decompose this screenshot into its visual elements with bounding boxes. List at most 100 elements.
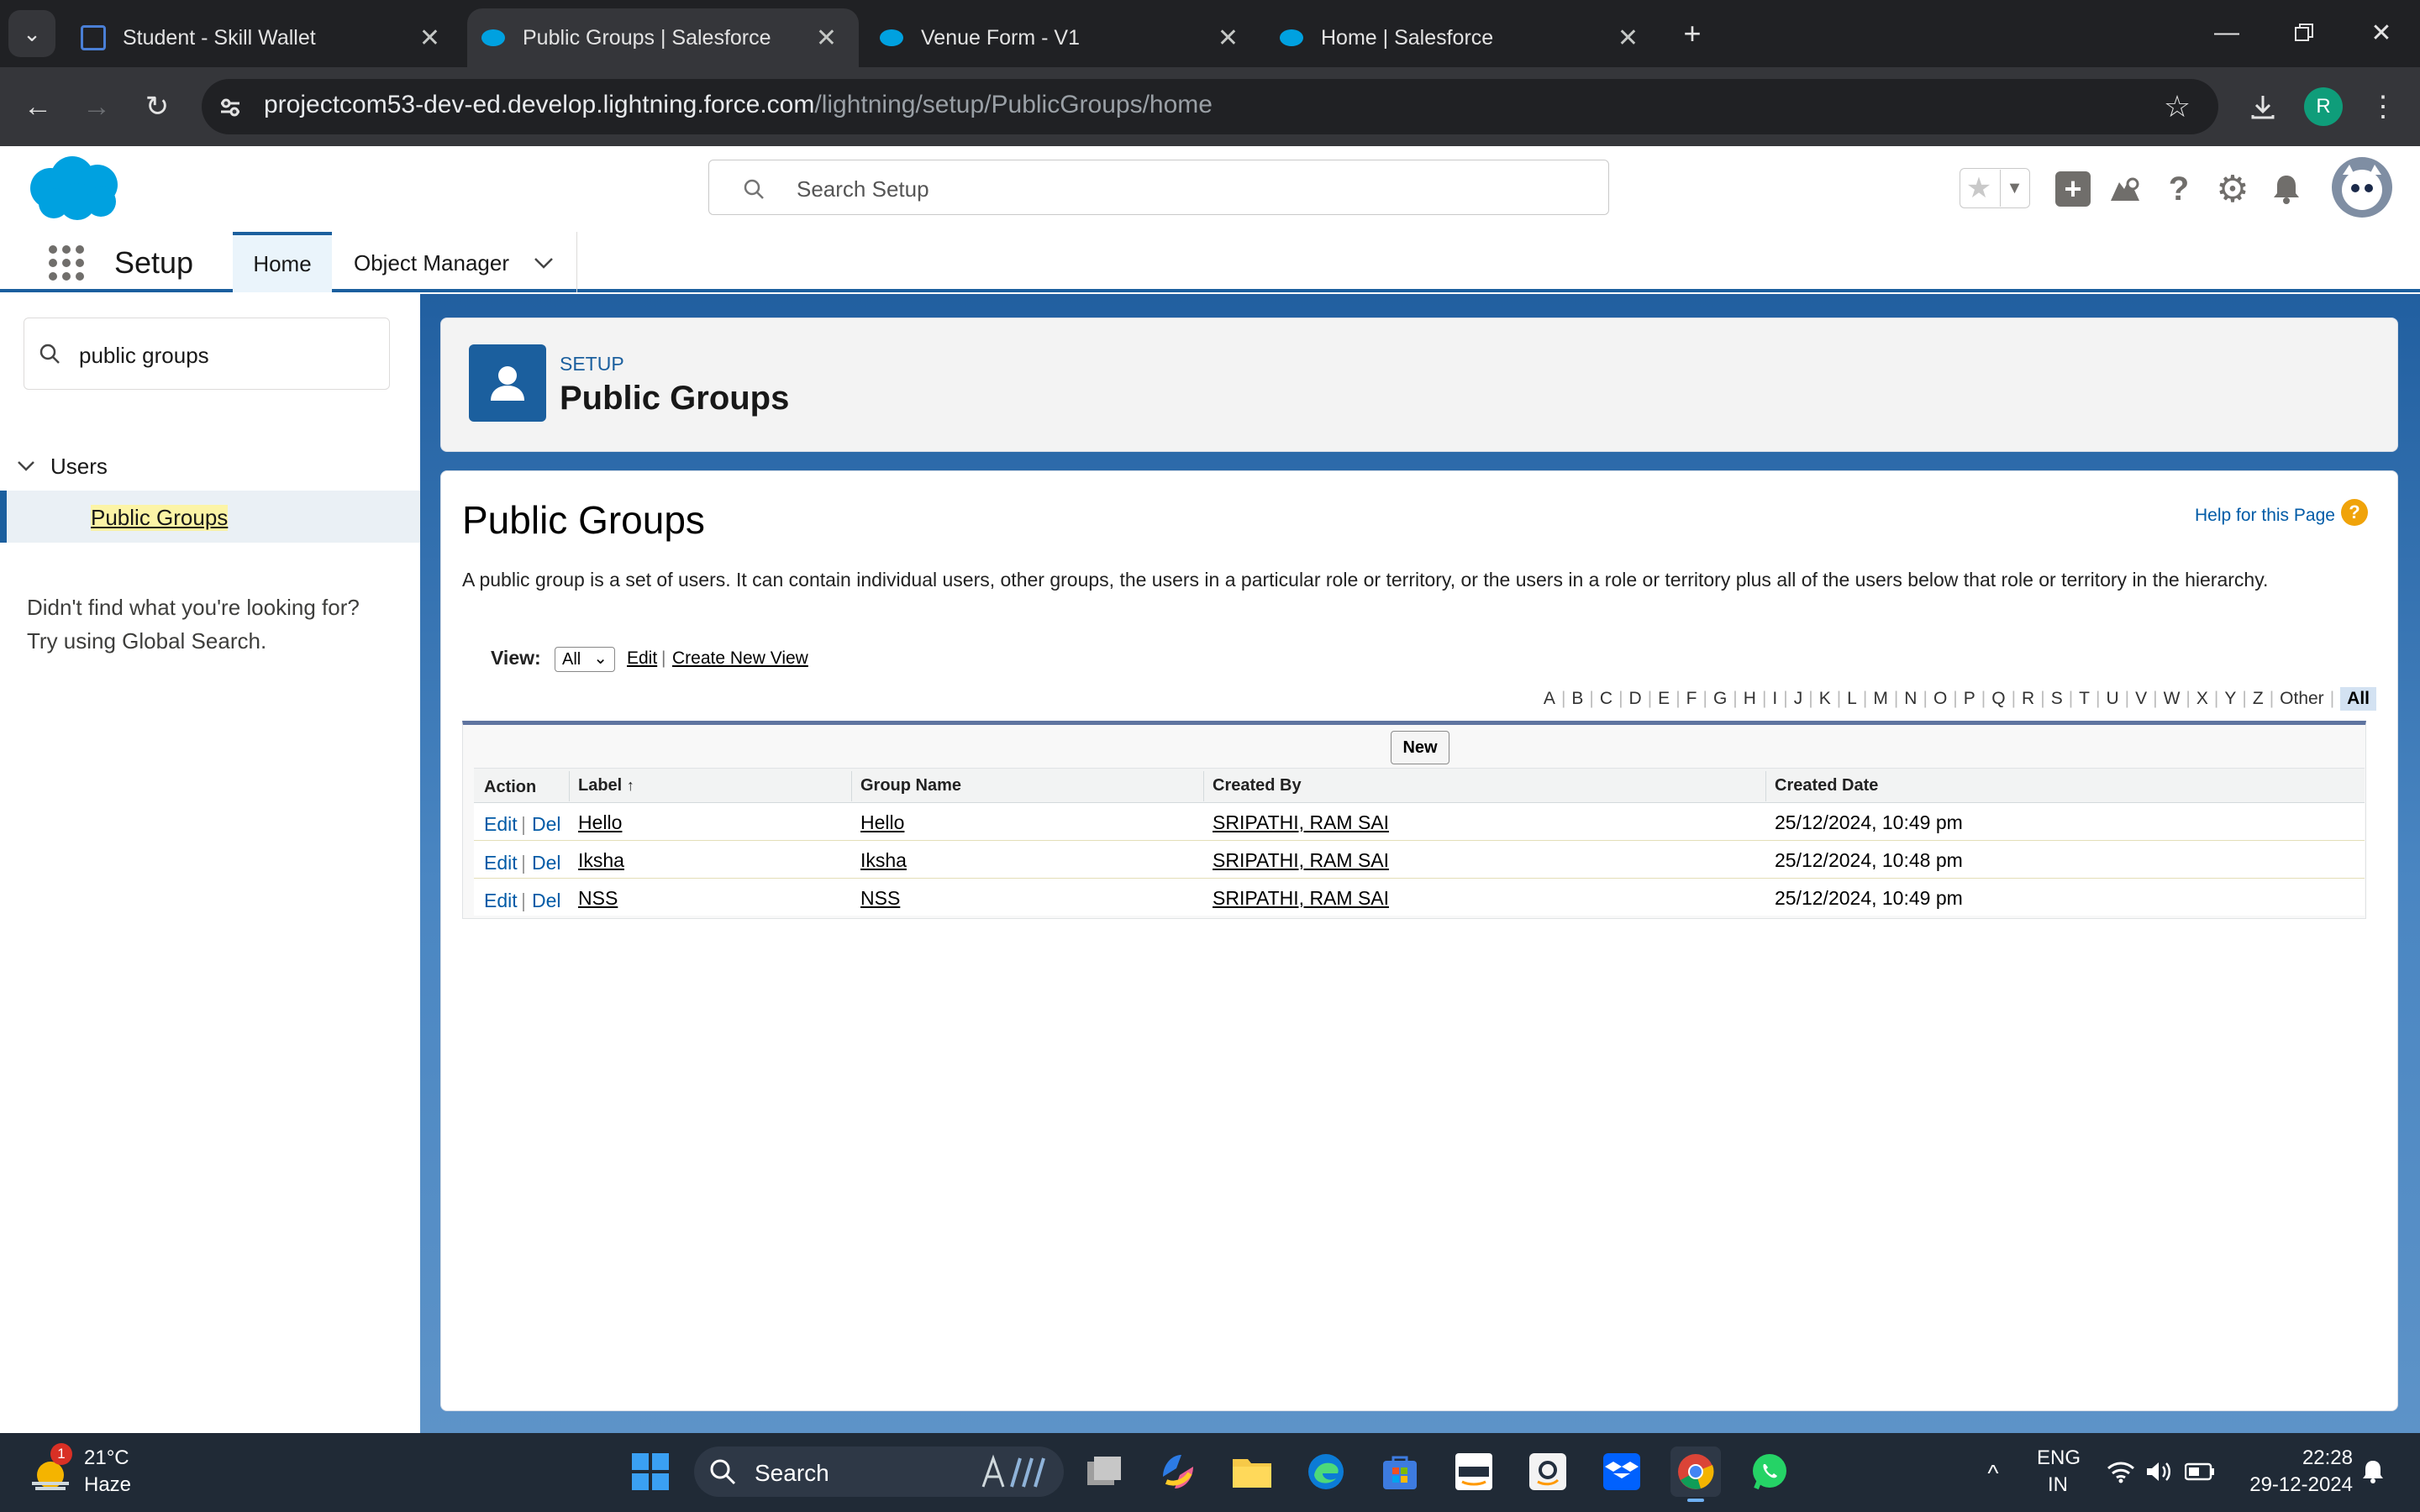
alphabet-filter-j[interactable]: J [1794,689,1803,709]
alphabet-filter-o[interactable]: O [1933,689,1947,709]
alphabet-filter-w[interactable]: W [2164,689,2181,709]
show-hidden-icons-chevron-icon[interactable]: ^ [1978,1458,2008,1488]
clock-time[interactable]: 22:28 [2269,1446,2353,1470]
chrome-menu-icon[interactable]: ⋮ [2366,87,2400,126]
help-question-icon[interactable]: ? [2341,499,2368,526]
chevron-down-icon[interactable] [529,249,558,277]
row-delete-link[interactable]: Del [532,852,561,874]
profile-avatar[interactable]: R [2304,87,2343,126]
alphabet-filter-z[interactable]: Z [2253,689,2264,709]
alphabet-filter-c[interactable]: C [1600,689,1612,709]
close-tab-icon[interactable]: ✕ [1218,24,1239,53]
new-group-button[interactable]: New [1391,731,1449,764]
reload-icon[interactable]: ↻ [138,87,176,126]
alphabet-filter-a[interactable]: A [1544,689,1555,709]
alphabet-filter-x[interactable]: X [2196,689,2208,709]
row-label-link[interactable]: Iksha [578,849,624,872]
favorites-star-icon[interactable]: ★ [1961,170,1996,207]
tab-home[interactable]: Home [233,232,332,292]
amazon-icon[interactable] [1449,1446,1499,1497]
alphabet-filter-m[interactable]: M [1873,689,1888,709]
sidebar-item-label[interactable]: Public Groups [91,505,229,531]
column-header-created-date[interactable]: Created Date [1775,776,1878,795]
chrome-icon[interactable] [1670,1446,1721,1497]
row-edit-link[interactable]: Edit [484,813,518,836]
row-created-by-link[interactable]: SRIPATHI, RAM SAI [1213,811,1389,834]
language-indicator[interactable]: ENG [2037,1446,2081,1470]
trailhead-icon[interactable] [2106,171,2144,207]
row-label-link[interactable]: Hello [578,811,622,834]
create-new-view-link[interactable]: Create New View [672,648,808,669]
volume-icon[interactable] [2144,1457,2175,1487]
column-header-label[interactable]: Label ↑ [578,776,634,795]
alphabet-filter-b[interactable]: B [1571,689,1583,709]
alphabet-filter-y[interactable]: Y [2224,689,2236,709]
browser-tab-skill-wallet[interactable]: Student - Skill Wallet ✕ [67,8,462,67]
alphabet-filter-t[interactable]: T [2079,689,2090,709]
row-label-link[interactable]: NSS [578,887,618,910]
site-info-icon[interactable] [213,91,247,124]
alphabet-filter-q[interactable]: Q [1991,689,2005,709]
whatsapp-icon[interactable] [1744,1446,1795,1497]
clock-date[interactable]: 29-12-2024 [2235,1473,2353,1497]
alphabet-filter-p[interactable]: P [1964,689,1975,709]
row-edit-link[interactable]: Edit [484,852,518,874]
row-edit-link[interactable]: Edit [484,890,518,912]
row-delete-link[interactable]: Del [532,890,561,912]
user-avatar[interactable] [2331,156,2393,218]
global-actions-plus-icon[interactable]: + [2055,171,2091,207]
restore-icon[interactable] [2279,12,2329,54]
close-tab-icon[interactable]: ✕ [816,24,837,53]
alphabet-filter-r[interactable]: R [2022,689,2034,709]
notifications-bell-icon[interactable] [2267,170,2306,208]
column-header-created-by[interactable]: Created By [1213,776,1302,795]
browser-tab-public-groups[interactable]: Public Groups | Salesforce ✕ [467,8,859,67]
app-launcher-icon[interactable] [47,244,86,282]
alphabet-filter-d[interactable]: D [1629,689,1642,709]
close-tab-icon[interactable]: ✕ [1618,24,1639,53]
alphabet-filter-n[interactable]: N [1904,689,1917,709]
alphabet-filter-all[interactable]: All [2340,687,2376,711]
alphabet-filter-l[interactable]: L [1847,689,1857,709]
alphabet-filter-other[interactable]: Other [2280,689,2324,709]
edit-view-link[interactable]: Edit [627,648,657,669]
help-icon[interactable]: ? [2161,168,2196,210]
copilot-icon[interactable] [1153,1446,1203,1497]
alphabet-filter-k[interactable]: K [1819,689,1831,709]
tab-search-button[interactable]: ⌄ [8,10,55,57]
close-window-icon[interactable]: ✕ [2356,12,2407,54]
microsoft-store-icon[interactable] [1375,1446,1425,1497]
close-tab-icon[interactable]: ✕ [419,24,440,53]
alphabet-filter-g[interactable]: G [1713,689,1727,709]
edge-icon[interactable] [1301,1446,1351,1497]
setup-gear-icon[interactable]: ⚙ [2213,168,2252,210]
help-for-page-link[interactable]: Help for this Page [2195,506,2335,526]
bookmark-star-icon[interactable]: ☆ [2158,87,2196,126]
alphabet-filter-u[interactable]: U [2106,689,2118,709]
row-group-name-link[interactable]: Hello [860,811,904,834]
alphabet-filter-h[interactable]: H [1744,689,1756,709]
alphabet-filter-i[interactable]: I [1772,689,1777,709]
amazon-app-icon[interactable] [1523,1446,1573,1497]
file-explorer-icon[interactable] [1227,1446,1277,1497]
alphabet-filter-v[interactable]: V [2135,689,2147,709]
chevron-down-icon[interactable] [13,454,39,479]
forward-icon[interactable]: → [77,87,116,126]
task-view-icon[interactable] [1079,1446,1129,1497]
row-group-name-link[interactable]: Iksha [860,849,907,872]
back-icon[interactable]: ← [18,87,57,126]
salesforce-logo[interactable] [25,155,123,228]
minimize-icon[interactable]: — [2202,12,2252,54]
battery-icon[interactable] [2183,1457,2217,1487]
alphabet-filter-f[interactable]: F [1686,689,1697,709]
browser-tab-home-salesforce[interactable]: Home | Salesforce ✕ [1265,8,1660,67]
windows-start-icon[interactable] [625,1446,676,1497]
favorites-dropdown-icon[interactable]: ▼ [2000,170,2028,207]
alphabet-filter-e[interactable]: E [1658,689,1670,709]
column-header-group-name[interactable]: Group Name [860,776,961,795]
download-icon[interactable] [2244,87,2282,126]
row-created-by-link[interactable]: SRIPATHI, RAM SAI [1213,887,1389,910]
dropbox-icon[interactable] [1597,1446,1647,1497]
sidebar-section-users[interactable]: Users [50,454,108,480]
row-delete-link[interactable]: Del [532,813,561,836]
